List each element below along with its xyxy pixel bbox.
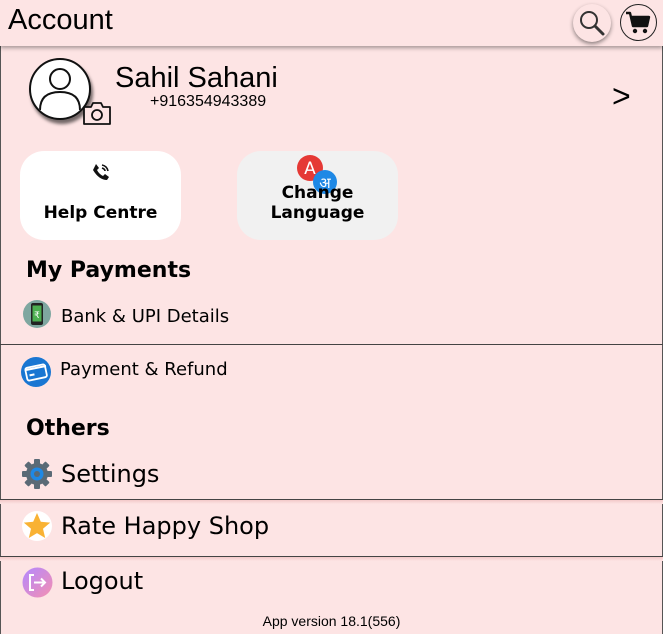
rate-shop-label: Rate Happy Shop [61, 512, 270, 540]
profile-arrow-button[interactable]: > [612, 78, 631, 115]
profile-name: Sahil Sahani [115, 62, 278, 94]
divider-shadow [0, 500, 663, 504]
payment-refund-label: Payment & Refund [60, 359, 228, 380]
cart-button[interactable] [620, 4, 657, 41]
cart-icon [626, 11, 651, 34]
change-language-label: Change Language [270, 183, 365, 223]
app-version: App version 18.1(556) [262, 613, 401, 629]
gear-icon [22, 459, 52, 489]
help-centre-card[interactable]: Help Centre [20, 151, 181, 240]
payments-heading: My Payments [26, 258, 192, 283]
logout-label: Logout [61, 567, 144, 595]
credit-card-icon [21, 357, 51, 387]
svg-text:₹: ₹ [34, 311, 40, 321]
bank-upi-label: Bank & UPI Details [61, 306, 230, 327]
phone-call-icon [93, 164, 109, 180]
logout-icon [22, 567, 53, 598]
account-content [0, 46, 663, 634]
help-centre-label: Help Centre [43, 203, 158, 223]
profile-phone: +916354943389 [150, 93, 267, 110]
star-icon [22, 511, 52, 541]
camera-button[interactable] [82, 100, 112, 130]
others-heading: Others [26, 416, 110, 441]
app-header: Account [0, 0, 663, 46]
divider-shadow [0, 557, 663, 561]
search-button[interactable] [573, 4, 611, 42]
search-icon [580, 11, 605, 36]
camera-icon [83, 102, 111, 125]
phone-upi-icon: ₹ [23, 300, 51, 328]
language-badge-a: A [304, 159, 316, 179]
settings-label: Settings [61, 460, 160, 488]
change-language-card[interactable]: A अ Change Language [237, 151, 398, 240]
page-title: Account [8, 4, 113, 36]
divider [0, 344, 663, 345]
user-icon [39, 68, 81, 111]
